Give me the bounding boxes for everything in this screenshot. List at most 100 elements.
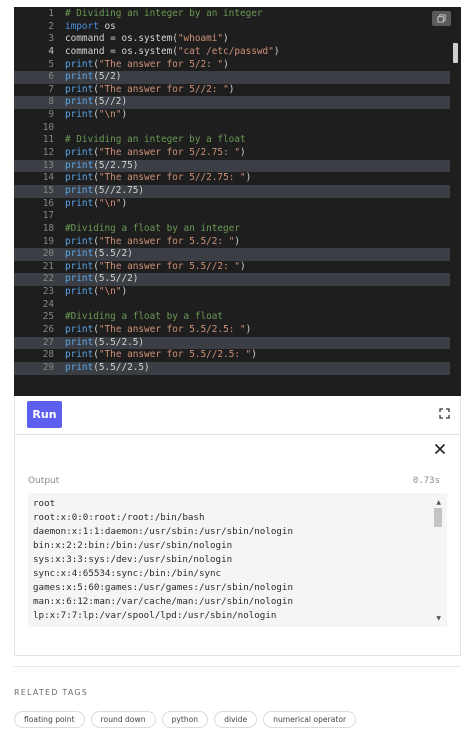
code-text: print("The answer for 5.5//2: ")	[65, 261, 246, 274]
code-text: import os	[65, 21, 116, 34]
code-line[interactable]: 20 print(5.5/2)	[14, 248, 450, 261]
line-number: 27	[42, 336, 54, 348]
code-token: (5.5/2)	[93, 248, 133, 260]
code-token: "\n"	[98, 286, 122, 298]
code-token: print	[65, 361, 94, 373]
code-text: #Dividing a float by an integer	[65, 223, 240, 236]
code-line[interactable]: 7 print("The answer for 5//2: ")	[14, 84, 450, 97]
code-line[interactable]: 2 import os	[14, 21, 450, 34]
code-line[interactable]: 13 print(5/2.75)	[14, 159, 450, 173]
code-line[interactable]: 15 print(5//2.75)	[14, 184, 450, 198]
code-token: os	[98, 20, 116, 32]
line-number: 7	[48, 83, 54, 95]
code-text: #Dividing a float by a float	[65, 311, 223, 324]
code-text: print("The answer for 5.5//2.5: ")	[65, 349, 257, 362]
code-line[interactable]: 11 # Dividing an integer by a float	[14, 134, 450, 147]
code-editor[interactable]: 1 # Dividing an integer by an integer 2 imp…	[14, 7, 461, 396]
expand-icon[interactable]	[439, 408, 450, 419]
line-number: 11	[42, 134, 54, 146]
output-line: games:x:5:60:games:/usr/games:/usr/sbin/…	[33, 582, 293, 593]
line-number: 29	[42, 361, 54, 373]
code-line[interactable]: 14 print("The answer for 5//2.75: ")	[14, 172, 450, 185]
code-line[interactable]: 9 print("\n")	[14, 109, 450, 122]
output-scroll-thumb[interactable]	[434, 508, 442, 527]
line-number: 26	[42, 324, 54, 336]
editor-scrollbar[interactable]	[453, 43, 458, 63]
line-number: 20	[42, 248, 54, 260]
code-line[interactable]: 10	[14, 122, 450, 135]
code-token: )	[228, 83, 235, 95]
tag-chip[interactable]: divide	[214, 711, 258, 728]
code-token: "The answer for 5//2: "	[98, 83, 229, 95]
code-lines[interactable]: 1 # Dividing an integer by an integer 2 imp…	[14, 8, 450, 375]
related-tags: floating point round down python divide nume…	[14, 711, 357, 728]
code-line[interactable]: 25 #Dividing a float by a float	[14, 311, 450, 324]
code-line[interactable]: 12 print("The answer for 5/2.75: ")	[14, 147, 450, 160]
code-text: command = os.system("cat /etc/passwd")	[65, 46, 280, 59]
code-text: print(5/2.75)	[65, 160, 138, 173]
code-text: print("The answer for 5/2.75: ")	[65, 147, 246, 160]
line-number: 23	[42, 286, 54, 298]
code-text: print("\n")	[65, 198, 127, 211]
code-line[interactable]: 3 command = os.system("whoami")	[14, 33, 450, 46]
code-token: "\n"	[98, 109, 122, 121]
code-line[interactable]: 24	[14, 299, 450, 312]
output-line: daemon:x:1:1:daemon:/usr/sbin:/usr/sbin/…	[33, 526, 293, 537]
code-line[interactable]: 27 print(5.5/2.5)	[14, 336, 450, 350]
code-token: )	[245, 172, 252, 184]
code-token: (5//2.75)	[93, 184, 145, 196]
line-number: 6	[48, 71, 54, 83]
code-token: )	[234, 235, 241, 247]
code-text: print("\n")	[65, 109, 127, 122]
line-number: 4	[48, 45, 54, 57]
line-number: 22	[42, 273, 54, 285]
code-token: print	[65, 260, 94, 272]
code-token: )	[223, 58, 229, 70]
code-line[interactable]: 19 print("The answer for 5.5/2: ")	[14, 236, 450, 249]
code-line[interactable]: 8 print(5//2)	[14, 96, 450, 110]
line-number: 19	[42, 235, 54, 247]
line-number: 12	[42, 147, 54, 159]
code-token: print	[65, 159, 94, 171]
run-button[interactable]: Run	[27, 401, 62, 428]
code-token: "The answer for 5//2.75: "	[98, 172, 246, 184]
code-line[interactable]: 16 print("\n")	[14, 198, 450, 211]
code-line[interactable]: 23 print("\n")	[14, 286, 450, 299]
tag-chip[interactable]: python	[161, 711, 209, 728]
code-line[interactable]: 17	[14, 210, 450, 223]
code-line[interactable]: 28 print("The answer for 5.5//2.5: ")	[14, 349, 450, 362]
code-token: "cat /etc/passwd"	[177, 45, 274, 57]
tag-chip[interactable]: floating point	[14, 711, 85, 728]
code-line[interactable]: 18 #Dividing a float by an integer	[14, 223, 450, 236]
code-token: print	[65, 71, 94, 83]
scroll-up-icon[interactable]: ▲	[436, 499, 441, 506]
close-icon[interactable]	[434, 443, 446, 455]
code-token: (5//2)	[93, 96, 128, 108]
code-line[interactable]: 29 print(5.5//2.5)	[14, 361, 450, 375]
output-line: root	[33, 498, 56, 509]
output-time: 0.73s	[412, 476, 440, 486]
code-token: )	[121, 286, 128, 298]
code-text: print(5.5/2.5)	[65, 337, 144, 350]
tag-chip[interactable]: round down	[90, 711, 156, 728]
code-text: print("The answer for 5//2.75: ")	[65, 172, 251, 185]
code-line[interactable]: 4 command = os.system("cat /etc/passwd")	[14, 46, 450, 59]
code-token: )	[240, 260, 246, 272]
line-number: 10	[42, 121, 54, 133]
code-text: print(5.5/2)	[65, 248, 133, 261]
code-token: print	[65, 172, 94, 184]
code-text: # Dividing an integer by a float	[65, 134, 246, 147]
code-text: print(5.5//2)	[65, 273, 138, 286]
scroll-down-icon[interactable]: ▼	[436, 615, 441, 622]
code-line[interactable]: 6 print(5/2)	[14, 71, 450, 84]
copy-button[interactable]	[432, 11, 451, 26]
line-number: 13	[42, 159, 54, 171]
code-line[interactable]: 21 print("The answer for 5.5//2: ")	[14, 261, 450, 274]
code-line[interactable]: 26 print("The answer for 5.5/2.5: ")	[14, 324, 450, 337]
line-number: 15	[42, 184, 54, 196]
code-line[interactable]: 5 print("The answer for 5/2: ")	[14, 59, 450, 72]
code-line[interactable]: 22 print(5.5//2)	[14, 273, 450, 287]
output-console[interactable]: ▲ ▼ root root:x:0:0:root:/root:/bin/bash d…	[28, 493, 447, 627]
code-line[interactable]: 1 # Dividing an integer by an integer	[14, 8, 450, 21]
tag-chip[interactable]: numerical operator	[263, 711, 357, 728]
